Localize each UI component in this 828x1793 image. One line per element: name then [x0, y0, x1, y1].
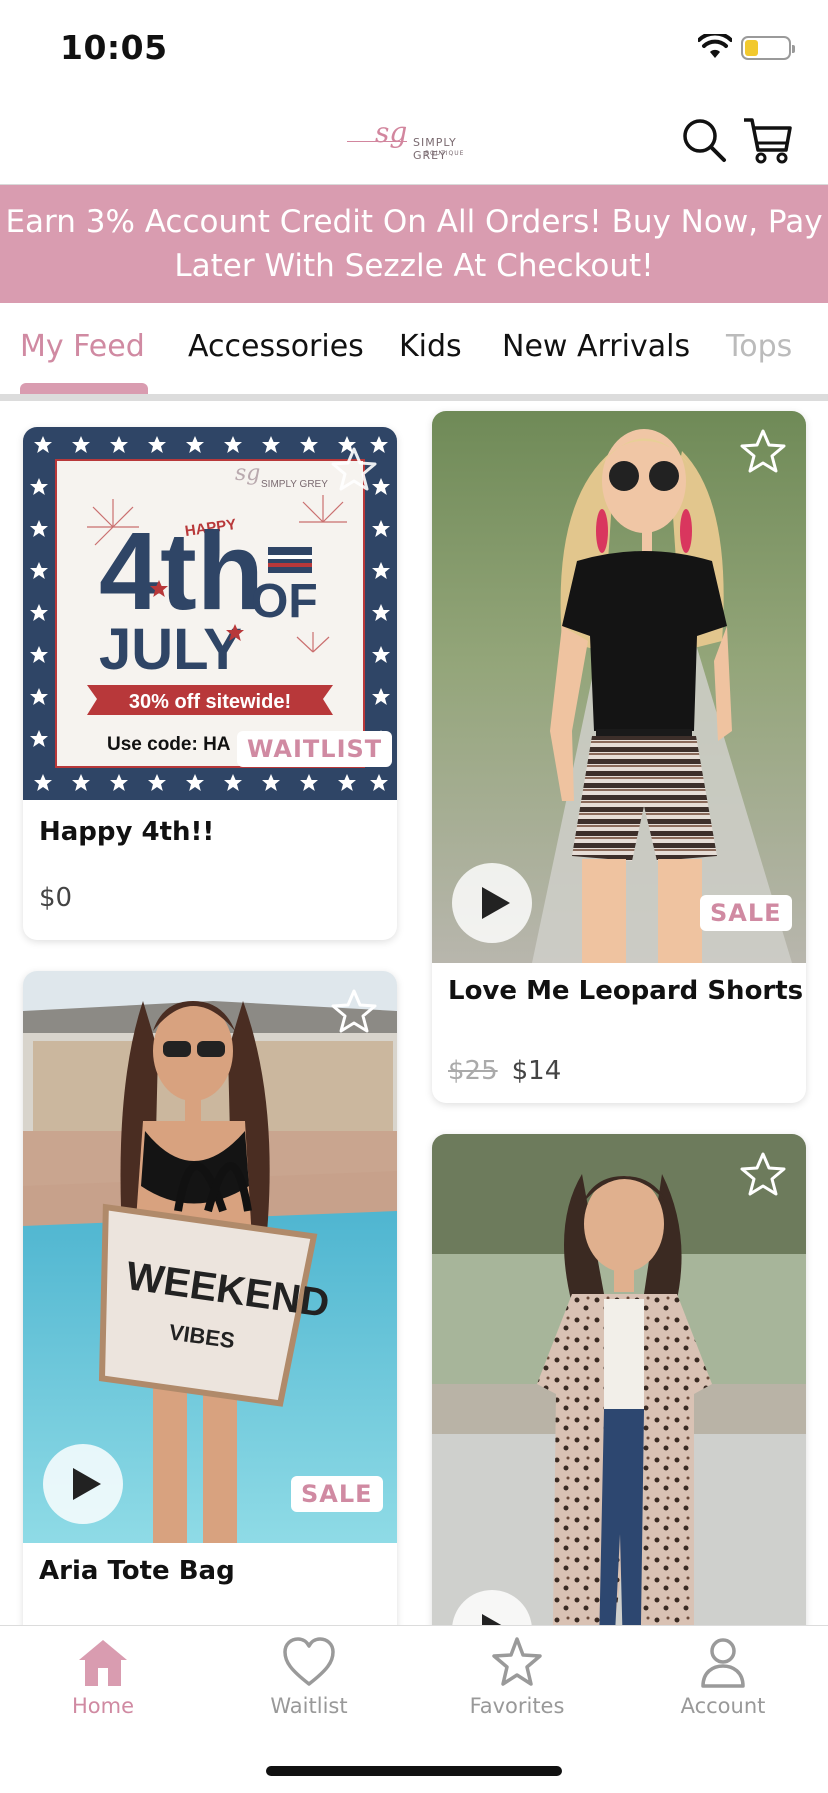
sale-price: $14: [511, 1056, 562, 1086]
product-title: Love Me Leopard Shorts: [448, 976, 804, 1006]
promo-line-2: Later With Sezzle At Checkout!: [174, 248, 654, 284]
model-kimono-photo: [432, 1134, 806, 1625]
svg-text:4th: 4th: [99, 510, 264, 633]
promo-banner[interactable]: Earn 3% Account Credit On All Orders! Bu…: [0, 185, 828, 303]
status-bar: 10:05: [0, 0, 828, 96]
product-price: $0: [39, 883, 72, 913]
app-header: sg SIMPLY GREY BOUTIQUE: [0, 96, 828, 185]
tab-new-arrivals[interactable]: New Arrivals: [502, 329, 690, 364]
waitlist-badge: WAITLIST: [237, 731, 393, 767]
person-icon: [701, 1638, 745, 1688]
nav-favorites[interactable]: Favorites: [442, 1636, 592, 1718]
nav-waitlist[interactable]: Waitlist: [234, 1636, 384, 1718]
play-video-button[interactable]: [452, 863, 532, 943]
wifi-icon: [698, 34, 732, 58]
category-tabs: My Feed Accessories Kids New Arrivals To…: [0, 303, 828, 395]
cart-icon: [744, 118, 792, 164]
status-time: 10:05: [60, 28, 168, 67]
product-feed: HAPPY 4th OF JULY 30% off sitewide! Use …: [0, 401, 828, 1625]
svg-text:OF: OF: [251, 575, 318, 628]
product-card[interactable]: WEEKEND VIBES SALE Aria Tote Bag: [23, 971, 397, 1625]
product-title: Aria Tote Bag: [39, 1556, 235, 1586]
product-card[interactable]: HAPPY 4th OF JULY 30% off sitewide! Use …: [23, 427, 397, 940]
tab-my-feed[interactable]: My Feed: [20, 329, 145, 364]
tab-kids[interactable]: Kids: [399, 329, 462, 364]
product-image[interactable]: [432, 1134, 806, 1625]
product-card[interactable]: [432, 1134, 806, 1625]
nav-label: Account: [680, 1694, 766, 1718]
play-video-button[interactable]: [43, 1444, 123, 1524]
tab-tops[interactable]: Tops: [726, 329, 792, 364]
tab-accessories[interactable]: Accessories: [188, 329, 364, 364]
svg-text:SIMPLY GREY: SIMPLY GREY: [261, 479, 328, 490]
nav-home[interactable]: Home: [28, 1636, 178, 1718]
battery-level: [745, 40, 758, 56]
logo-name: SIMPLY GREY: [413, 136, 457, 162]
favorite-star-icon[interactable]: [738, 1150, 788, 1200]
tabs-divider: [0, 394, 828, 401]
product-card[interactable]: SALE Love Me Leopard Shorts $25 $14: [432, 411, 806, 1103]
sale-badge: SALE: [700, 895, 792, 931]
brand-logo[interactable]: sg SIMPLY GREY BOUTIQUE: [345, 116, 485, 164]
favorite-star-icon[interactable]: [738, 427, 788, 477]
cart-button[interactable]: [742, 114, 792, 164]
favorite-star-icon[interactable]: [329, 987, 379, 1037]
battery-icon: [741, 36, 795, 60]
search-button[interactable]: [680, 116, 728, 164]
nav-label: Home: [71, 1694, 134, 1718]
svg-text:Use code: HA: Use code: HA: [107, 734, 231, 755]
home-indicator: [266, 1766, 562, 1776]
original-price: $25: [448, 1056, 498, 1086]
svg-text:JULY: JULY: [99, 617, 242, 682]
star-icon: [492, 1637, 542, 1686]
product-title: Happy 4th!!: [39, 817, 215, 847]
heart-icon: [283, 1637, 335, 1686]
nav-label: Waitlist: [270, 1694, 348, 1718]
sale-badge: SALE: [291, 1476, 383, 1512]
nav-label: Favorites: [469, 1694, 565, 1718]
logo-sub: BOUTIQUE: [425, 150, 465, 157]
home-icon: [79, 1640, 127, 1686]
search-icon: [683, 119, 726, 162]
price: $0: [39, 883, 73, 913]
logo-monogram: sg: [375, 116, 408, 149]
promo-line-1: Earn 3% Account Credit On All Orders! Bu…: [5, 204, 823, 240]
svg-text:sg: sg: [235, 461, 260, 486]
svg-text:30% off sitewide!: 30% off sitewide!: [129, 691, 291, 713]
product-price: $25 $14: [448, 1056, 561, 1086]
favorite-star-icon[interactable]: [329, 445, 379, 495]
nav-account[interactable]: Account: [648, 1636, 798, 1718]
